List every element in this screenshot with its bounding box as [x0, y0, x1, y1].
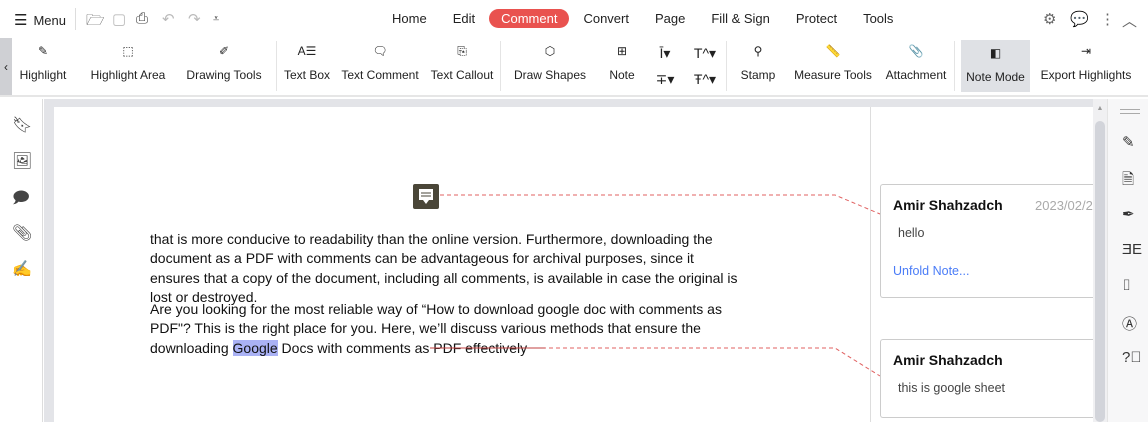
compare-icon[interactable]: ƎE — [1122, 241, 1142, 258]
comment-toolbar: ‹ ✎ Highlight ⬚ Highlight Area ✐ Drawing To… — [0, 38, 1148, 97]
scan-icon[interactable]: ⌷ — [1122, 277, 1131, 294]
open-folder-icon[interactable]: 🗁 — [86, 10, 105, 35]
paragraph-1: that is more conducive to readability th… — [150, 231, 738, 305]
stamp-icon: ⚲ — [753, 44, 763, 58]
undo-icon[interactable]: ↶ — [162, 10, 175, 28]
highlighted-text[interactable]: Google — [232, 339, 278, 356]
tab-edit[interactable]: Edit — [441, 9, 487, 28]
vertical-scrollbar[interactable]: ▲ — [1093, 99, 1107, 422]
customize-dropdown-icon[interactable]: ⩡ — [213, 13, 219, 26]
replace-text-icon: Ŧ^▾ — [693, 71, 717, 87]
scroll-left-button[interactable]: ‹ — [0, 38, 12, 95]
attachment-tool[interactable]: 📎 Attachment — [884, 38, 948, 95]
tab-tools[interactable]: Tools — [851, 9, 905, 28]
strikethrough-icon: ∓▾ — [655, 71, 675, 87]
text-box-icon: A☰ — [297, 44, 317, 58]
export-highlights-button[interactable]: ⇥ Export Highlights — [1040, 38, 1132, 95]
tab-comment[interactable]: Comment — [489, 9, 570, 28]
collapse-ribbon-icon[interactable]: ︿ — [1122, 10, 1137, 31]
redo-icon[interactable]: ↷ — [188, 10, 201, 28]
save-icon[interactable]: ▢ — [112, 10, 126, 28]
text-callout-tool[interactable]: ⎘ Text Callout — [428, 38, 496, 95]
top-bar: ☰ Menu 🗁 ▢ ⎙ ↶ ↷ ⩡ Home Edit Comment Conv… — [0, 0, 1148, 38]
comments-icon[interactable]: 🗩 — [12, 187, 30, 214]
print-icon[interactable]: ⎙ — [136, 10, 148, 27]
more-vertical-icon[interactable]: ⋮ — [1100, 10, 1115, 28]
attachment-icon[interactable]: 📎︎ — [12, 223, 32, 243]
note-mode-button[interactable]: ◧ Note Mode — [961, 40, 1030, 92]
signature-icon[interactable]: ✍ — [12, 259, 32, 279]
highlighter-icon: ✎ — [37, 44, 49, 58]
pen-nib-icon[interactable]: ✒ — [1122, 205, 1135, 223]
note-author: Amir Shahzadch — [893, 352, 1003, 368]
scrollbar-thumb[interactable] — [1095, 121, 1105, 422]
note-add-icon: ⊞ — [616, 44, 628, 58]
highlight-tool[interactable]: ✎ Highlight — [12, 38, 74, 95]
paperclip-icon: 📎 — [908, 44, 924, 58]
note-date: 2023/02/2 — [1035, 198, 1093, 213]
settings-gear-icon[interactable]: ⚙ — [1043, 10, 1056, 28]
stamp-tool[interactable]: ⚲ Stamp — [734, 38, 782, 95]
text-insert-tools[interactable]: T^▾ Ŧ^▾ — [690, 38, 720, 95]
ruler-icon: 📏 — [825, 44, 841, 58]
highlight-area-icon: ⬚ — [122, 44, 134, 58]
edit-icon[interactable]: ✎ — [1122, 133, 1135, 151]
tab-home[interactable]: Home — [380, 9, 439, 28]
export-document-icon[interactable]: 🗎 — [1122, 169, 1134, 194]
hamburger-icon: ☰ — [14, 12, 28, 29]
note-tool[interactable]: ⊞ Note — [602, 38, 642, 95]
note-text: hello — [898, 226, 925, 240]
shapes-icon: ⬡ — [544, 44, 556, 58]
measure-tools[interactable]: 📏 Measure Tools — [794, 38, 872, 95]
text-comment-icon: 🗨 — [372, 44, 388, 58]
insert-text-icon: T^▾ — [693, 45, 717, 61]
note-card[interactable]: Amir Shahzadch this is google sheet — [880, 339, 1094, 418]
note-author: Amir Shahzadch — [893, 197, 1003, 213]
draw-shapes-tool[interactable]: ⬡ Draw Shapes — [510, 38, 590, 95]
pencil-icon: ✐ — [218, 44, 230, 58]
export-icon: ⇥ — [1080, 44, 1092, 58]
menu-label: Menu — [33, 12, 66, 28]
bookmark-icon[interactable]: 🔖︎ — [12, 115, 32, 135]
left-sidebar: 🔖︎ 🖼︎ 🗩 📎︎ ✍ — [0, 99, 43, 422]
note-card[interactable]: Amir Shahzadch 2023/02/2 hello Unfold No… — [880, 184, 1094, 298]
drawing-tools[interactable]: ✐ Drawing Tools — [180, 38, 268, 95]
text-callout-icon: ⎘ — [457, 44, 467, 58]
text-markup-tools[interactable]: Ī▾ ∓▾ — [650, 38, 680, 95]
highlight-area-tool[interactable]: ⬚ Highlight Area — [84, 38, 172, 95]
thumbnail-icon[interactable]: 🖼︎ — [12, 151, 32, 171]
tab-protect[interactable]: Protect — [784, 9, 849, 28]
menu-button[interactable]: ☰ Menu — [14, 11, 66, 29]
ocr-search-icon[interactable]: Ⓐ — [1122, 313, 1137, 334]
tab-fill-sign[interactable]: Fill & Sign — [699, 9, 782, 28]
tab-page[interactable]: Page — [643, 9, 697, 28]
right-sidebar: ✎ 🗎 ✒ ƎE ⌷ Ⓐ ?⃝ — [1107, 99, 1148, 422]
note-text: this is google sheet — [898, 381, 1006, 395]
paragraph-2: Are you looking for the most reliable wa… — [150, 301, 722, 356]
text-box-tool[interactable]: A☰ Text Box — [283, 38, 331, 95]
underline-icon: Ī▾ — [659, 45, 671, 61]
note-annotation-icon[interactable] — [413, 184, 439, 209]
help-icon[interactable]: ?⃝ — [1122, 349, 1142, 366]
strikethrough-text[interactable]: Docs with comments as PDF effectively — [278, 340, 528, 356]
note-mode-icon: ◧ — [989, 46, 1002, 60]
unfold-note-link[interactable]: Unfold Note... — [893, 264, 969, 278]
feedback-icon[interactable]: 💬 — [1070, 10, 1089, 28]
tab-convert[interactable]: Convert — [571, 9, 641, 28]
text-comment-tool[interactable]: 🗨 Text Comment — [340, 38, 420, 95]
